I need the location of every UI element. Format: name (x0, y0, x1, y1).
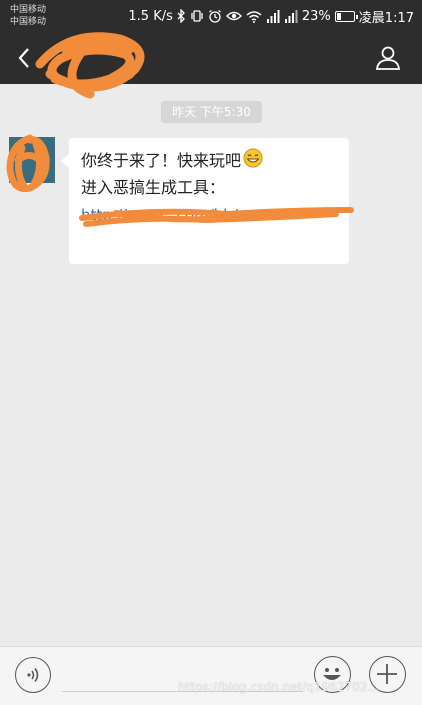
clock: 凌晨1:17 (358, 10, 414, 26)
alarm-icon (208, 9, 222, 23)
eye-icon (225, 10, 242, 22)
message-line-1: 你终于来了！快来玩吧 (81, 148, 337, 175)
vibrate-icon (190, 9, 204, 23)
title-bar (0, 32, 422, 99)
chat-input-bar (0, 646, 422, 705)
back-arrow-icon (18, 48, 29, 68)
battery-fill (336, 12, 341, 20)
status-indicators: 1.5 K/s 23% 凌晨1:17 (128, 7, 414, 26)
bluetooth-icon (177, 9, 186, 23)
message-line-2: 进入恶搞生成工具： (81, 178, 226, 197)
message-timestamp: 昨天 下午5:30 (161, 101, 262, 123)
carrier-1: 中国移动 (10, 5, 47, 15)
profile-button[interactable] (374, 44, 402, 72)
grinning-emoji-icon (243, 148, 263, 175)
profile-icon (375, 46, 401, 70)
battery-percent: 23% (301, 8, 331, 24)
watermark: https://blog.csdn.net/q1962702... (178, 680, 379, 694)
wifi-icon (246, 10, 262, 23)
voice-button[interactable] (15, 657, 51, 693)
signal-icon (284, 9, 298, 23)
battery-icon (334, 10, 358, 22)
avatar-redaction-scribble (6, 134, 50, 193)
voice-icon (27, 668, 39, 682)
message-text-1: 你终于来了！快来玩吧 (81, 151, 242, 170)
redaction-scribble (35, 32, 145, 99)
network-speed: 1.5 K/s (128, 8, 173, 24)
signal-icon (266, 9, 280, 23)
link-redaction-scribble (79, 207, 354, 227)
